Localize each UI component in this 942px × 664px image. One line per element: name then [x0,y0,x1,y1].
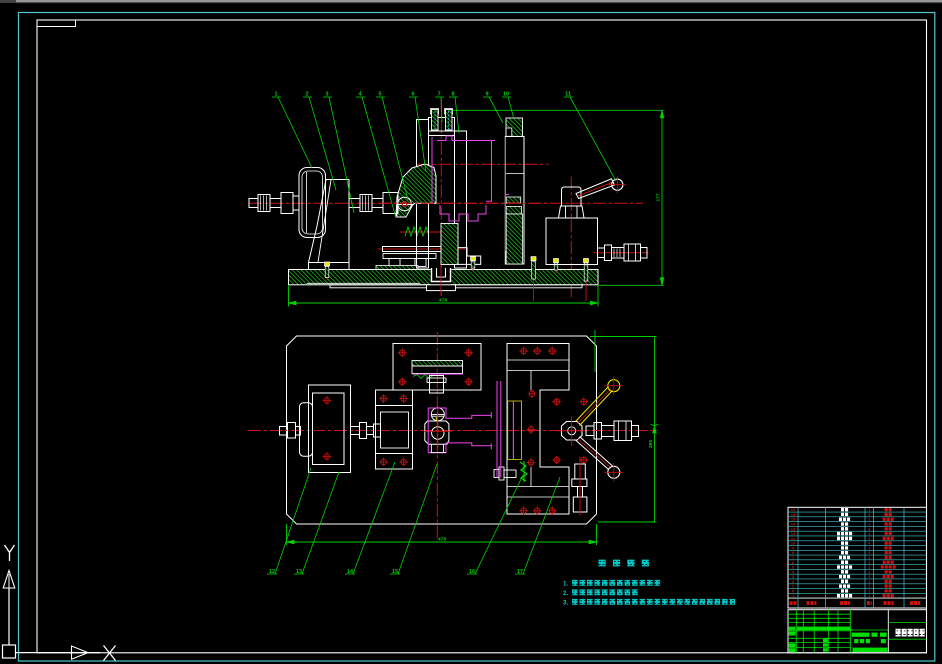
svg-text:3.: 3. [563,600,568,607]
svg-text:1.: 1. [563,581,568,588]
svg-text:177: 177 [656,193,662,201]
svg-text:478: 478 [438,537,446,543]
svg-text:2.: 2. [563,590,568,597]
svg-text:478: 478 [439,298,447,304]
svg-text:265: 265 [648,440,654,448]
